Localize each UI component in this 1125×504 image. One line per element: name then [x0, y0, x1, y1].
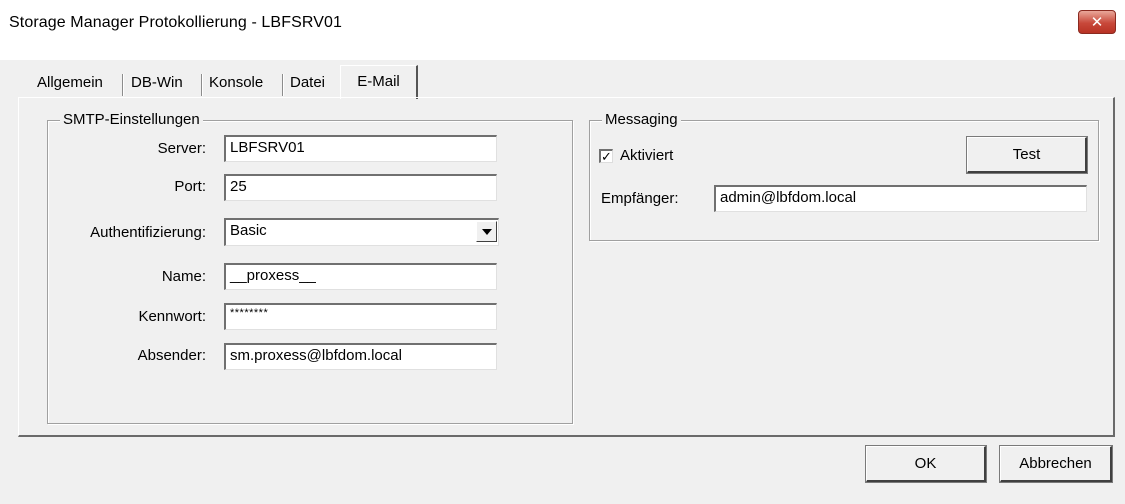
- tab-separator: [201, 74, 203, 96]
- sender-input[interactable]: sm.proxess@lbfdom.local: [224, 343, 497, 370]
- tab-datei[interactable]: Datei: [290, 70, 325, 96]
- cancel-button[interactable]: Abbrechen: [999, 445, 1113, 483]
- tab-e-mail[interactable]: E-Mail: [340, 65, 418, 99]
- name-input[interactable]: __proxess__: [224, 263, 497, 290]
- port-input[interactable]: 25: [224, 174, 497, 201]
- title-bar: Storage Manager Protokollierung - LBFSRV…: [0, 0, 1125, 60]
- name-label: Name:: [161, 268, 206, 285]
- authentication-select[interactable]: Basic: [224, 218, 499, 246]
- test-button[interactable]: Test: [966, 136, 1088, 174]
- tab-db-win[interactable]: DB-Win: [131, 70, 183, 96]
- close-button[interactable]: ✕: [1078, 10, 1116, 34]
- check-icon: ✓: [601, 149, 612, 164]
- tab-separator: [122, 74, 124, 96]
- recipient-input[interactable]: admin@lbfdom.local: [714, 185, 1087, 212]
- port-label: Port:: [174, 178, 206, 195]
- server-label: Server:: [157, 140, 206, 157]
- authentication-label: Authentifizierung:: [90, 224, 206, 241]
- recipient-label: Empfänger:: [601, 190, 679, 207]
- activated-checkbox[interactable]: ✓: [599, 149, 613, 163]
- chevron-down-icon[interactable]: [476, 221, 497, 242]
- messaging-legend: Messaging: [602, 111, 681, 129]
- window-title: Storage Manager Protokollierung - LBFSRV…: [9, 14, 342, 31]
- ok-button[interactable]: OK: [865, 445, 987, 483]
- password-input[interactable]: ********: [224, 303, 497, 330]
- activated-label[interactable]: Aktiviert: [620, 147, 673, 164]
- server-input[interactable]: LBFSRV01: [224, 135, 497, 162]
- sender-label: Absender:: [137, 347, 206, 364]
- password-label: Kennwort:: [138, 308, 206, 325]
- tab-konsole[interactable]: Konsole: [209, 70, 263, 96]
- tab-allgemein[interactable]: Allgemein: [37, 70, 103, 96]
- close-icon: ✕: [1090, 14, 1104, 31]
- authentication-value: Basic: [230, 222, 267, 239]
- tab-separator: [282, 74, 284, 96]
- smtp-settings-legend: SMTP-Einstellungen: [60, 111, 203, 129]
